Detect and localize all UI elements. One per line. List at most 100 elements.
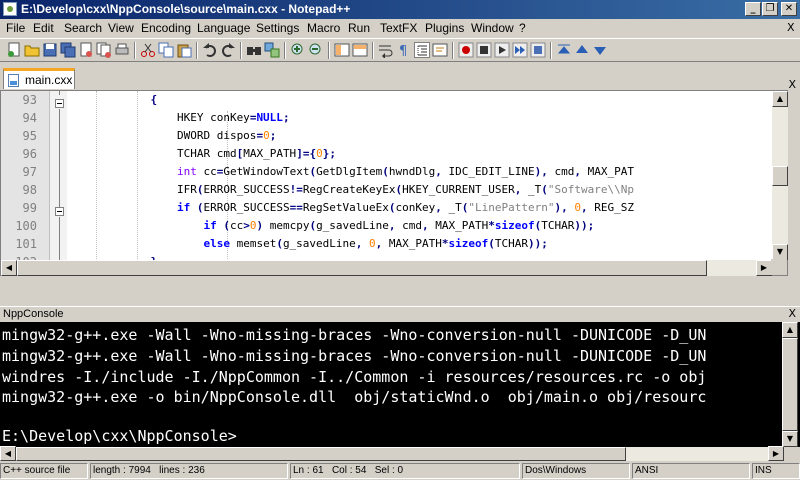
code-text: HKEY conKey=NULL; xyxy=(71,111,290,124)
macro-record-icon[interactable] xyxy=(458,42,474,58)
console-line: mingw32-g++.exe -Wall -Wno-missing-brace… xyxy=(2,347,707,365)
code-line[interactable]: 94 HKEY conKey=NULL; xyxy=(1,111,789,129)
code-line[interactable]: 96 TCHAR cmd[MAX_PATH]={0}; xyxy=(1,147,789,165)
code-line[interactable]: 99 if (ERROR_SUCCESS==RegSetValueEx(conK… xyxy=(1,201,789,219)
menu-edit[interactable]: Edit xyxy=(33,21,54,35)
scroll-right-button[interactable]: ▶ xyxy=(768,446,784,461)
menu-encoding[interactable]: Encoding xyxy=(141,21,191,35)
tab-main-cxx[interactable]: main.cxx xyxy=(3,68,75,89)
menu-textfx[interactable]: TextFX xyxy=(380,21,417,35)
status-insert-mode: INS xyxy=(752,463,800,479)
menu-language[interactable]: Language xyxy=(197,21,250,35)
save-all-icon[interactable] xyxy=(60,42,76,58)
show-all-chars-icon[interactable]: ¶ xyxy=(396,42,412,59)
status-eol: Dos\Windows xyxy=(522,463,630,479)
scroll-thumb[interactable] xyxy=(17,260,707,276)
code-line[interactable]: 98 IFR(ERROR_SUCCESS!=RegCreateKeyEx(HKE… xyxy=(1,183,789,201)
scroll-up-button[interactable]: ▲ xyxy=(772,91,788,107)
paste-icon[interactable] xyxy=(176,42,192,58)
scroll-thumb[interactable] xyxy=(772,166,788,186)
scrollbar-corner xyxy=(771,259,787,275)
menu-window[interactable]: Window xyxy=(471,21,514,35)
console-vertical-scrollbar[interactable]: ▲ ▼ xyxy=(782,322,798,447)
code-line[interactable]: 93 { xyxy=(1,93,789,111)
find-icon[interactable] xyxy=(246,42,262,58)
redo-icon[interactable] xyxy=(220,42,236,58)
minimize-button[interactable]: _ xyxy=(745,2,761,16)
console-close-button[interactable]: X xyxy=(788,307,796,320)
toolbar-separator xyxy=(240,42,242,59)
console-title: NppConsole xyxy=(3,308,64,320)
new-file-icon[interactable] xyxy=(6,42,22,58)
toolbar-separator xyxy=(452,42,454,59)
code-line[interactable]: 95 DWORD dispos=0; xyxy=(1,129,789,147)
scroll-left-button[interactable]: ◀ xyxy=(1,260,17,276)
status-bar: C++ source file length : 7994 lines : 23… xyxy=(0,461,800,480)
maximize-button[interactable]: ❐ xyxy=(762,2,778,16)
cut-icon[interactable] xyxy=(140,42,156,58)
code-line[interactable]: 97 int cc=GetWindowText(GetDlgItem(hwndD… xyxy=(1,165,789,183)
menu-search[interactable]: Search xyxy=(64,21,102,35)
scroll-thumb[interactable] xyxy=(782,338,798,431)
code-line[interactable]: 101 else memset(g_savedLine, 0, MAX_PATH… xyxy=(1,237,789,255)
zoom-in-icon[interactable] xyxy=(290,42,306,58)
print-icon[interactable] xyxy=(114,42,130,58)
close-button[interactable]: ✕ xyxy=(781,2,797,16)
macro-play-icon[interactable] xyxy=(494,42,510,58)
toolbar-separator xyxy=(372,42,374,59)
undo-icon[interactable] xyxy=(202,42,218,58)
replace-icon[interactable] xyxy=(264,42,280,58)
menu-help[interactable]: ? xyxy=(519,21,526,35)
sync-vertical-icon[interactable] xyxy=(334,42,350,58)
toolbar-separator xyxy=(196,42,198,59)
scroll-down-button[interactable]: ▼ xyxy=(782,431,798,447)
zoom-out-icon[interactable] xyxy=(308,42,324,58)
word-wrap-icon[interactable] xyxy=(378,42,394,59)
menu-run[interactable]: Run xyxy=(348,21,370,35)
indent-guide-icon[interactable] xyxy=(414,42,430,58)
line-number: 100 xyxy=(15,219,37,233)
save-icon[interactable] xyxy=(42,42,58,58)
console-output[interactable]: mingw32-g++.exe -Wall -Wno-missing-brace… xyxy=(0,322,800,447)
scroll-right-button[interactable]: ▶ xyxy=(756,260,772,276)
collapse-icon[interactable] xyxy=(556,42,572,58)
close-all-icon[interactable] xyxy=(96,42,112,58)
scroll-up-button[interactable]: ▲ xyxy=(782,322,798,338)
status-length-lines: length : 7994 lines : 236 xyxy=(90,463,288,479)
menu-bar: File Edit Search View Encoding Language … xyxy=(0,19,800,38)
status-position: Ln : 61 Col : 54 Sel : 0 xyxy=(290,463,520,479)
console-line: mingw32-g++.exe -Wall -Wno-missing-brace… xyxy=(2,326,707,344)
scroll-left-button[interactable]: ◀ xyxy=(0,446,16,461)
menu-view[interactable]: View xyxy=(108,21,134,35)
line-number: 96 xyxy=(22,147,37,161)
macro-save-icon[interactable] xyxy=(530,42,546,58)
sync-horizontal-icon[interactable] xyxy=(352,42,368,58)
line-number: 94 xyxy=(22,111,37,125)
editor-vertical-scrollbar[interactable]: ▲ ▼ xyxy=(772,91,788,260)
close-document-x[interactable]: X xyxy=(787,21,795,34)
scroll-thumb[interactable] xyxy=(16,447,626,461)
menu-file[interactable]: File xyxy=(6,21,25,35)
close-file-icon[interactable] xyxy=(78,42,94,58)
status-col: Col : 54 xyxy=(331,465,367,476)
code-editor[interactable]: 93 {94 HKEY conKey=NULL; 95 DWORD dispos=… xyxy=(0,90,788,276)
code-line[interactable]: 100 if (cc>0) memcpy(g_savedLine, cmd, M… xyxy=(1,219,789,237)
scroll-down-button[interactable]: ▼ xyxy=(772,244,788,260)
arrow-down-icon[interactable] xyxy=(592,42,608,58)
user-language-icon[interactable] xyxy=(432,42,448,58)
arrow-up-icon[interactable] xyxy=(574,42,590,58)
notepad-app-icon[interactable] xyxy=(3,2,17,16)
macro-stop-icon[interactable] xyxy=(476,42,492,58)
open-file-icon[interactable] xyxy=(24,42,40,58)
tab-close-button[interactable]: X xyxy=(788,78,796,91)
editor-horizontal-scrollbar[interactable]: ◀ ▶ xyxy=(1,260,772,276)
status-lines: lines : 236 xyxy=(159,465,205,476)
console-horizontal-scrollbar[interactable]: ◀ ▶ xyxy=(0,446,784,461)
copy-icon[interactable] xyxy=(158,42,174,58)
menu-settings[interactable]: Settings xyxy=(256,21,299,35)
menu-plugins[interactable]: Plugins xyxy=(425,21,464,35)
code-text: int cc=GetWindowText(GetDlgItem(hwndDlg,… xyxy=(176,165,634,178)
macro-run-multiple-icon[interactable] xyxy=(512,42,528,58)
console-line: windres -I./include -I./NppCommon -I../C… xyxy=(2,368,707,386)
menu-macro[interactable]: Macro xyxy=(307,21,340,35)
